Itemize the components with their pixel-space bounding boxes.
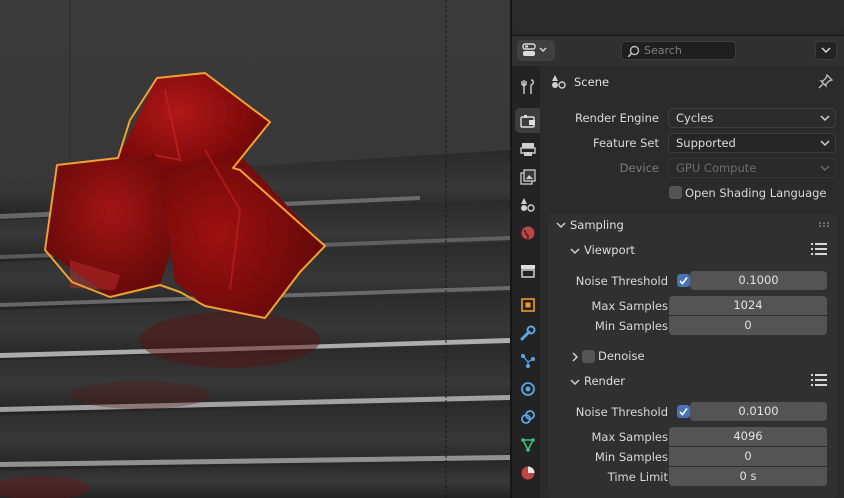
render-max-samples-label: Max Samples <box>591 430 668 444</box>
options-dropdown[interactable] <box>815 41 837 60</box>
physics-icon <box>520 381 535 396</box>
world-icon <box>521 226 534 240</box>
tab-view-layer[interactable] <box>515 164 540 189</box>
viewport-render <box>0 0 510 498</box>
drag-handle-icon[interactable] <box>819 222 831 228</box>
object-icon <box>520 297 535 312</box>
render-subpanel-header[interactable]: Render <box>548 369 837 393</box>
pin-icon[interactable] <box>818 74 833 89</box>
properties-editor-icon <box>522 43 547 56</box>
tab-collection[interactable] <box>515 258 540 283</box>
tab-particles[interactable] <box>515 348 540 373</box>
time-limit-label: Time Limit <box>607 470 668 484</box>
time-limit-field[interactable]: 0 s <box>669 467 827 486</box>
properties-content: Scene Render Engine Cycles Feature Set S… <box>540 66 844 498</box>
chevron-down-icon <box>820 140 830 147</box>
render-icon <box>519 114 535 128</box>
tab-tool[interactable] <box>515 74 540 99</box>
chevron-down-icon <box>820 115 830 122</box>
device-value: GPU Compute <box>676 161 757 175</box>
chevron-down-icon <box>556 222 566 229</box>
render-engine-label: Render Engine <box>574 111 659 125</box>
feature-set-value: Supported <box>676 136 736 150</box>
sampling-title: Sampling <box>570 218 624 232</box>
tab-output[interactable] <box>515 136 540 161</box>
tab-world[interactable] <box>515 220 540 245</box>
sampling-panel-header[interactable]: Sampling <box>548 214 837 236</box>
tab-constraints[interactable] <box>515 404 540 429</box>
chevron-right-icon <box>572 352 579 362</box>
checkmark-icon <box>679 408 688 416</box>
presets-list-icon[interactable] <box>811 243 827 256</box>
editor-type-button[interactable] <box>517 40 555 61</box>
collection-icon <box>520 264 535 278</box>
search-icon <box>627 45 640 58</box>
viewport-subpanel-header[interactable]: Viewport <box>548 238 837 262</box>
tab-data[interactable] <box>515 432 540 457</box>
render-noise-threshold-field[interactable]: 0.0100 <box>690 402 827 421</box>
search-input[interactable] <box>644 42 732 59</box>
modifier-icon <box>520 325 535 340</box>
3d-viewport[interactable] <box>0 0 510 498</box>
tab-physics[interactable] <box>515 376 540 401</box>
outliner-panel <box>512 0 844 32</box>
denoise-subpanel-header[interactable]: Denoise <box>548 344 837 368</box>
output-icon <box>519 142 536 156</box>
viewport-max-samples-field[interactable]: 1024 <box>669 296 827 315</box>
view-layer-icon <box>519 168 536 185</box>
material-icon <box>521 466 534 479</box>
chevron-down-icon <box>821 47 831 54</box>
viewport-noise-threshold-field[interactable]: 0.1000 <box>690 271 827 290</box>
tab-object[interactable] <box>515 292 540 317</box>
render-title: Render <box>584 374 625 388</box>
outliner-area[interactable] <box>512 0 844 36</box>
tab-scene[interactable] <box>515 192 540 217</box>
render-min-samples-label: Min Samples <box>594 450 668 464</box>
viewport-max-samples-label: Max Samples <box>591 299 668 313</box>
osl-checkbox[interactable] <box>669 186 682 199</box>
viewport-noise-threshold-label: Noise Threshold <box>575 274 668 288</box>
sampling-panel: Sampling Viewport Noise Threshold 0.1000… <box>548 214 837 498</box>
tab-material[interactable] <box>515 460 540 485</box>
render-engine-value: Cycles <box>676 111 714 125</box>
particles-icon <box>520 353 535 368</box>
viewport-min-samples-field[interactable]: 0 <box>669 316 827 335</box>
render-min-samples-field[interactable]: 0 <box>669 447 827 466</box>
search-field[interactable] <box>621 41 736 60</box>
properties-header <box>512 36 844 66</box>
chevron-down-icon <box>570 379 580 386</box>
chevron-down-icon <box>570 248 580 255</box>
chevron-down-icon <box>820 165 830 172</box>
data-icon <box>520 437 535 452</box>
tab-modifier[interactable] <box>515 320 540 345</box>
render-max-samples-field[interactable]: 4096 <box>669 427 827 446</box>
render-noise-threshold-checkbox[interactable] <box>677 405 690 418</box>
render-noise-threshold-label: Noise Threshold <box>575 405 668 419</box>
tab-render[interactable] <box>515 108 540 133</box>
device-label: Device <box>619 161 659 175</box>
denoise-title: Denoise <box>598 349 645 363</box>
scene-icon <box>552 75 566 89</box>
feature-set-label: Feature Set <box>593 136 659 150</box>
scene-icon <box>520 197 535 212</box>
viewport-title: Viewport <box>584 243 635 257</box>
viewport-noise-threshold-checkbox[interactable] <box>677 274 690 287</box>
presets-list-icon[interactable] <box>811 374 827 387</box>
checkmark-icon <box>679 277 688 285</box>
context-label: Scene <box>574 75 610 89</box>
render-engine-dropdown[interactable]: Cycles <box>668 108 836 128</box>
device-dropdown: GPU Compute <box>668 158 836 178</box>
viewport-min-samples-label: Min Samples <box>594 319 668 333</box>
properties-tabs <box>512 66 540 498</box>
denoise-checkbox[interactable] <box>582 350 595 363</box>
osl-label: Open Shading Language <box>685 186 827 200</box>
constraints-icon <box>520 409 535 424</box>
tool-icon <box>520 78 534 94</box>
feature-set-dropdown[interactable]: Supported <box>668 133 836 153</box>
